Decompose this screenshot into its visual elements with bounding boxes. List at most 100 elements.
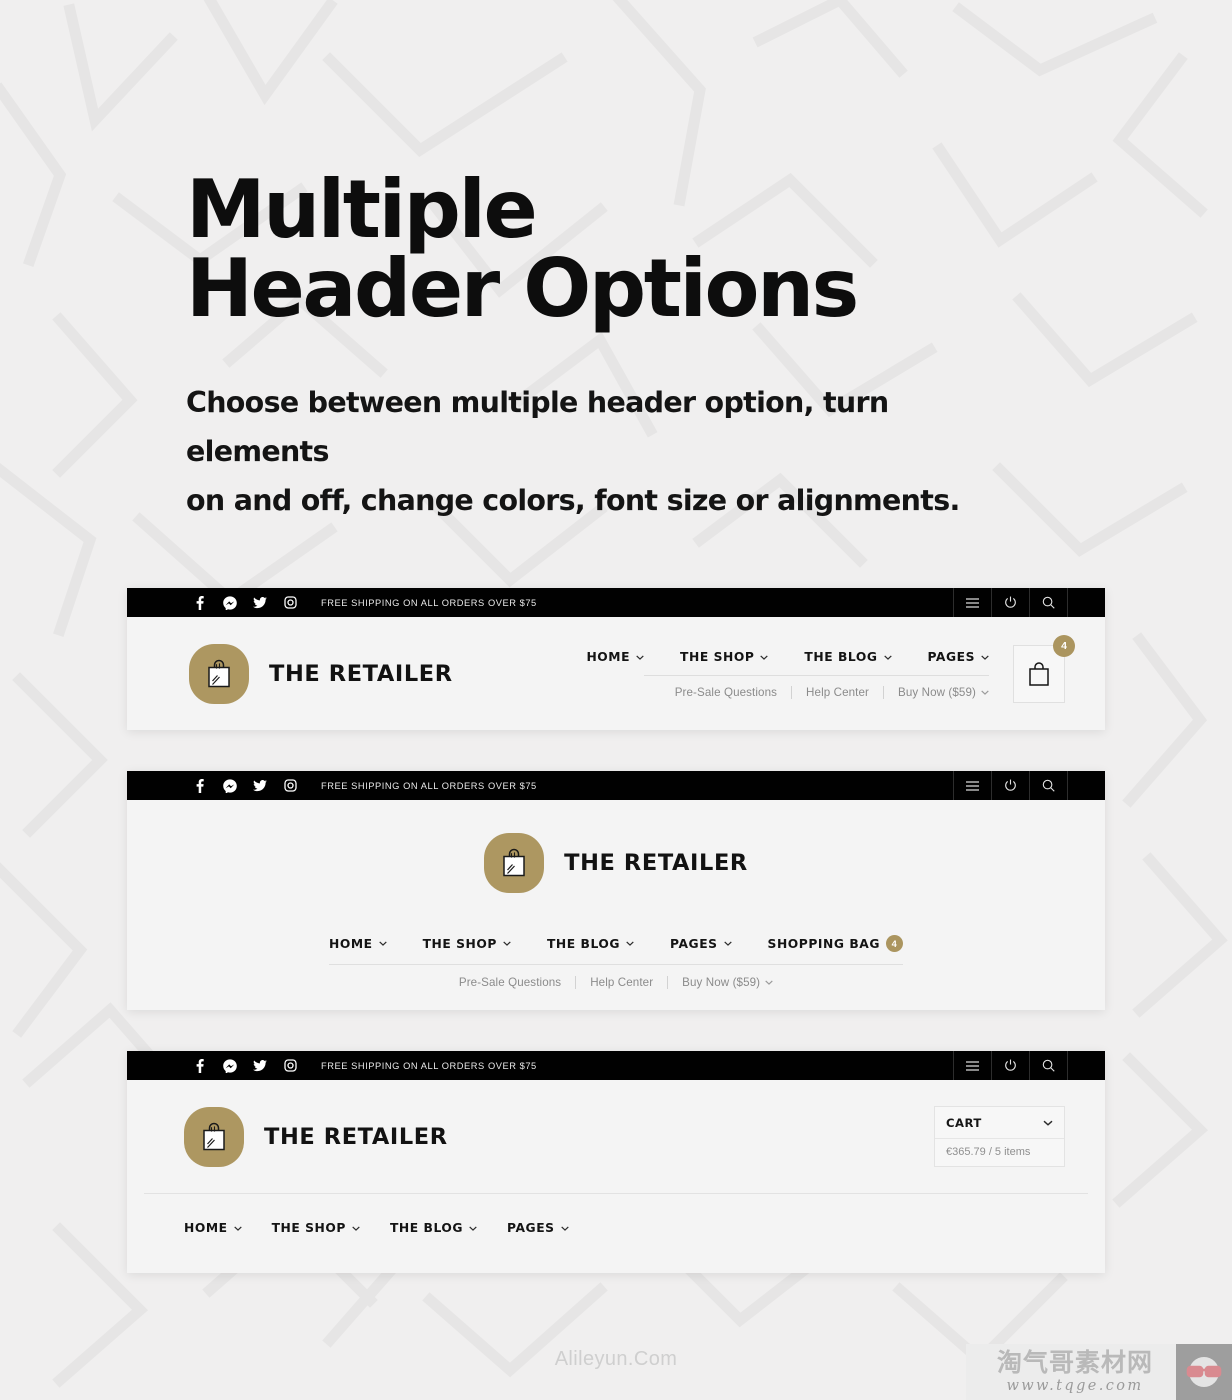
nav-item-buy-now[interactable]: Buy Now ($59): [898, 686, 989, 699]
chevron-down-icon: [560, 1226, 569, 1231]
menu-icon[interactable]: [953, 771, 991, 801]
brand-name: THE RETAILER: [269, 660, 453, 687]
nav-label: THE BLOG: [804, 650, 878, 665]
nav-item-help-center[interactable]: Help Center: [806, 686, 869, 699]
header-variant-1: FREE SHIPPING ON ALL ORDERS OVER $75 THE…: [127, 588, 1105, 731]
nav-label: THE BLOG: [546, 936, 621, 951]
search-icon[interactable]: [1029, 1051, 1067, 1081]
twitter-icon[interactable]: [245, 596, 275, 609]
header-variant-3: FREE SHIPPING ON ALL ORDERS OVER $75 THE…: [127, 1051, 1105, 1274]
topbar-spacer: [1067, 1051, 1105, 1081]
nav-label: HOME: [586, 650, 631, 665]
page-title-line-2: Header Options: [186, 242, 859, 336]
divider: [575, 976, 577, 990]
topbar-actions: [953, 771, 1105, 801]
header-2-nav: HOME THE SHOP THE BLOG PAGES SHOPPING BA…: [329, 935, 903, 990]
nav-item-home[interactable]: HOME: [184, 1221, 242, 1235]
shipping-notice: FREE SHIPPING ON ALL ORDERS OVER $75: [321, 597, 537, 608]
twitter-icon[interactable]: [245, 779, 275, 792]
shopping-bag-icon: [189, 643, 249, 704]
topbar-actions: [953, 588, 1105, 618]
nav-item-the-shop[interactable]: THE SHOP: [680, 650, 769, 664]
hero-section: Multiple Header Options Choose between m…: [0, 0, 1232, 525]
facebook-icon[interactable]: [185, 1058, 215, 1073]
nav-item-help-center[interactable]: Help Center: [590, 976, 653, 989]
instagram-icon[interactable]: [275, 596, 305, 610]
nav-label: PAGES: [670, 936, 718, 951]
twitter-icon[interactable]: [245, 1059, 275, 1072]
header-1-body: THE RETAILER HOME THE SHOP THE BLOG PAGE…: [127, 617, 1105, 730]
messenger-icon[interactable]: [215, 1059, 245, 1073]
nav-item-shopping-bag[interactable]: SHOPPING BAG 4: [767, 935, 903, 953]
nav-item-the-shop[interactable]: THE SHOP: [423, 937, 511, 951]
nav-item-the-blog[interactable]: THE BLOG: [804, 650, 892, 665]
chevron-down-icon: [883, 655, 892, 660]
nav-label: THE SHOP: [422, 936, 497, 951]
nav-item-home[interactable]: HOME: [329, 937, 387, 951]
cart-button[interactable]: 4: [1013, 634, 1075, 703]
chevron-down-icon: [723, 941, 732, 947]
secondary-nav: Pre-Sale Questions Help Center Buy Now (…: [459, 976, 773, 990]
nav-label: SHOPPING BAG: [767, 936, 880, 951]
nav-label: HOME: [184, 1221, 228, 1236]
chevron-down-icon: [981, 655, 989, 660]
instagram-icon[interactable]: [275, 1059, 305, 1073]
messenger-icon[interactable]: [215, 596, 245, 610]
chevron-down-icon: [765, 980, 773, 986]
header-3-top-row: THE RETAILER CART €365.79 / 5 items: [127, 1080, 1105, 1193]
header-3-nav: HOME THE SHOP THE BLOG PAGES: [144, 1193, 1088, 1301]
divider: [883, 686, 885, 700]
nav-item-the-shop[interactable]: THE SHOP: [272, 1221, 360, 1235]
page-title: Multiple Header Options: [186, 170, 1232, 329]
nav-item-home[interactable]: HOME: [586, 650, 644, 664]
header-1-nav: HOME THE SHOP THE BLOG PAGES Pre-Sale Qu…: [586, 650, 989, 700]
search-icon[interactable]: [1029, 588, 1067, 618]
cart-dropdown[interactable]: CART €365.79 / 5 items: [934, 1106, 1065, 1168]
nav-item-pages[interactable]: PAGES: [670, 937, 732, 951]
chevron-down-icon: [626, 941, 634, 947]
brand-logo[interactable]: THE RETAILER: [189, 643, 453, 704]
watermark-badge-text: 淘气哥素材网 www.tqge.com: [966, 1344, 1176, 1400]
power-icon[interactable]: [991, 1051, 1029, 1081]
brand-logo[interactable]: THE RETAILER: [484, 833, 748, 894]
power-icon[interactable]: [991, 588, 1029, 618]
primary-nav: HOME THE SHOP THE BLOG PAGES: [586, 650, 989, 675]
chevron-down-icon: [469, 1226, 477, 1231]
cart-label: CART: [946, 1116, 982, 1131]
nav-item-the-blog[interactable]: THE BLOG: [547, 937, 634, 951]
topbar: FREE SHIPPING ON ALL ORDERS OVER $75: [127, 1051, 1105, 1081]
social-links: [185, 595, 305, 610]
power-icon[interactable]: [991, 771, 1029, 801]
instagram-icon[interactable]: [275, 779, 305, 793]
nav-item-buy-now[interactable]: Buy Now ($59): [682, 976, 773, 989]
brand-logo[interactable]: THE RETAILER: [184, 1106, 448, 1167]
watermark-badge: 淘气哥素材网 www.tqge.com: [966, 1344, 1232, 1400]
chevron-down-icon: [636, 655, 644, 660]
facebook-icon[interactable]: [185, 778, 215, 793]
topbar-spacer: [1067, 771, 1105, 801]
shopping-bag-icon: [184, 1106, 244, 1167]
brand-name: THE RETAILER: [264, 1123, 448, 1150]
facebook-icon[interactable]: [185, 595, 215, 610]
nav-item-pages[interactable]: PAGES: [507, 1221, 569, 1235]
messenger-icon[interactable]: [215, 779, 245, 793]
nav-label: THE BLOG: [389, 1221, 464, 1236]
nav-item-pre-sale-questions[interactable]: Pre-Sale Questions: [459, 976, 561, 989]
nav-item-the-blog[interactable]: THE BLOG: [390, 1221, 477, 1235]
chevron-down-icon: [503, 941, 511, 947]
topbar: FREE SHIPPING ON ALL ORDERS OVER $75: [127, 588, 1105, 618]
cart-count-badge: 4: [1053, 634, 1075, 657]
menu-icon[interactable]: [953, 1051, 991, 1081]
nav-item-pre-sale-questions[interactable]: Pre-Sale Questions: [675, 686, 777, 699]
secondary-nav: Pre-Sale Questions Help Center Buy Now (…: [675, 686, 989, 700]
search-icon[interactable]: [1029, 771, 1067, 801]
chevron-down-icon: [1043, 1121, 1053, 1127]
chevron-down-icon: [233, 1226, 242, 1231]
nav-item-pages[interactable]: PAGES: [928, 650, 990, 664]
cart-dropdown-header[interactable]: CART: [935, 1107, 1064, 1140]
social-links: [185, 778, 305, 793]
chevron-down-icon: [378, 941, 387, 947]
watermark-badge-cn: 淘气哥素材网: [996, 1348, 1153, 1377]
page-subtitle: Choose between multiple header option, t…: [186, 378, 1016, 525]
menu-icon[interactable]: [953, 588, 991, 618]
